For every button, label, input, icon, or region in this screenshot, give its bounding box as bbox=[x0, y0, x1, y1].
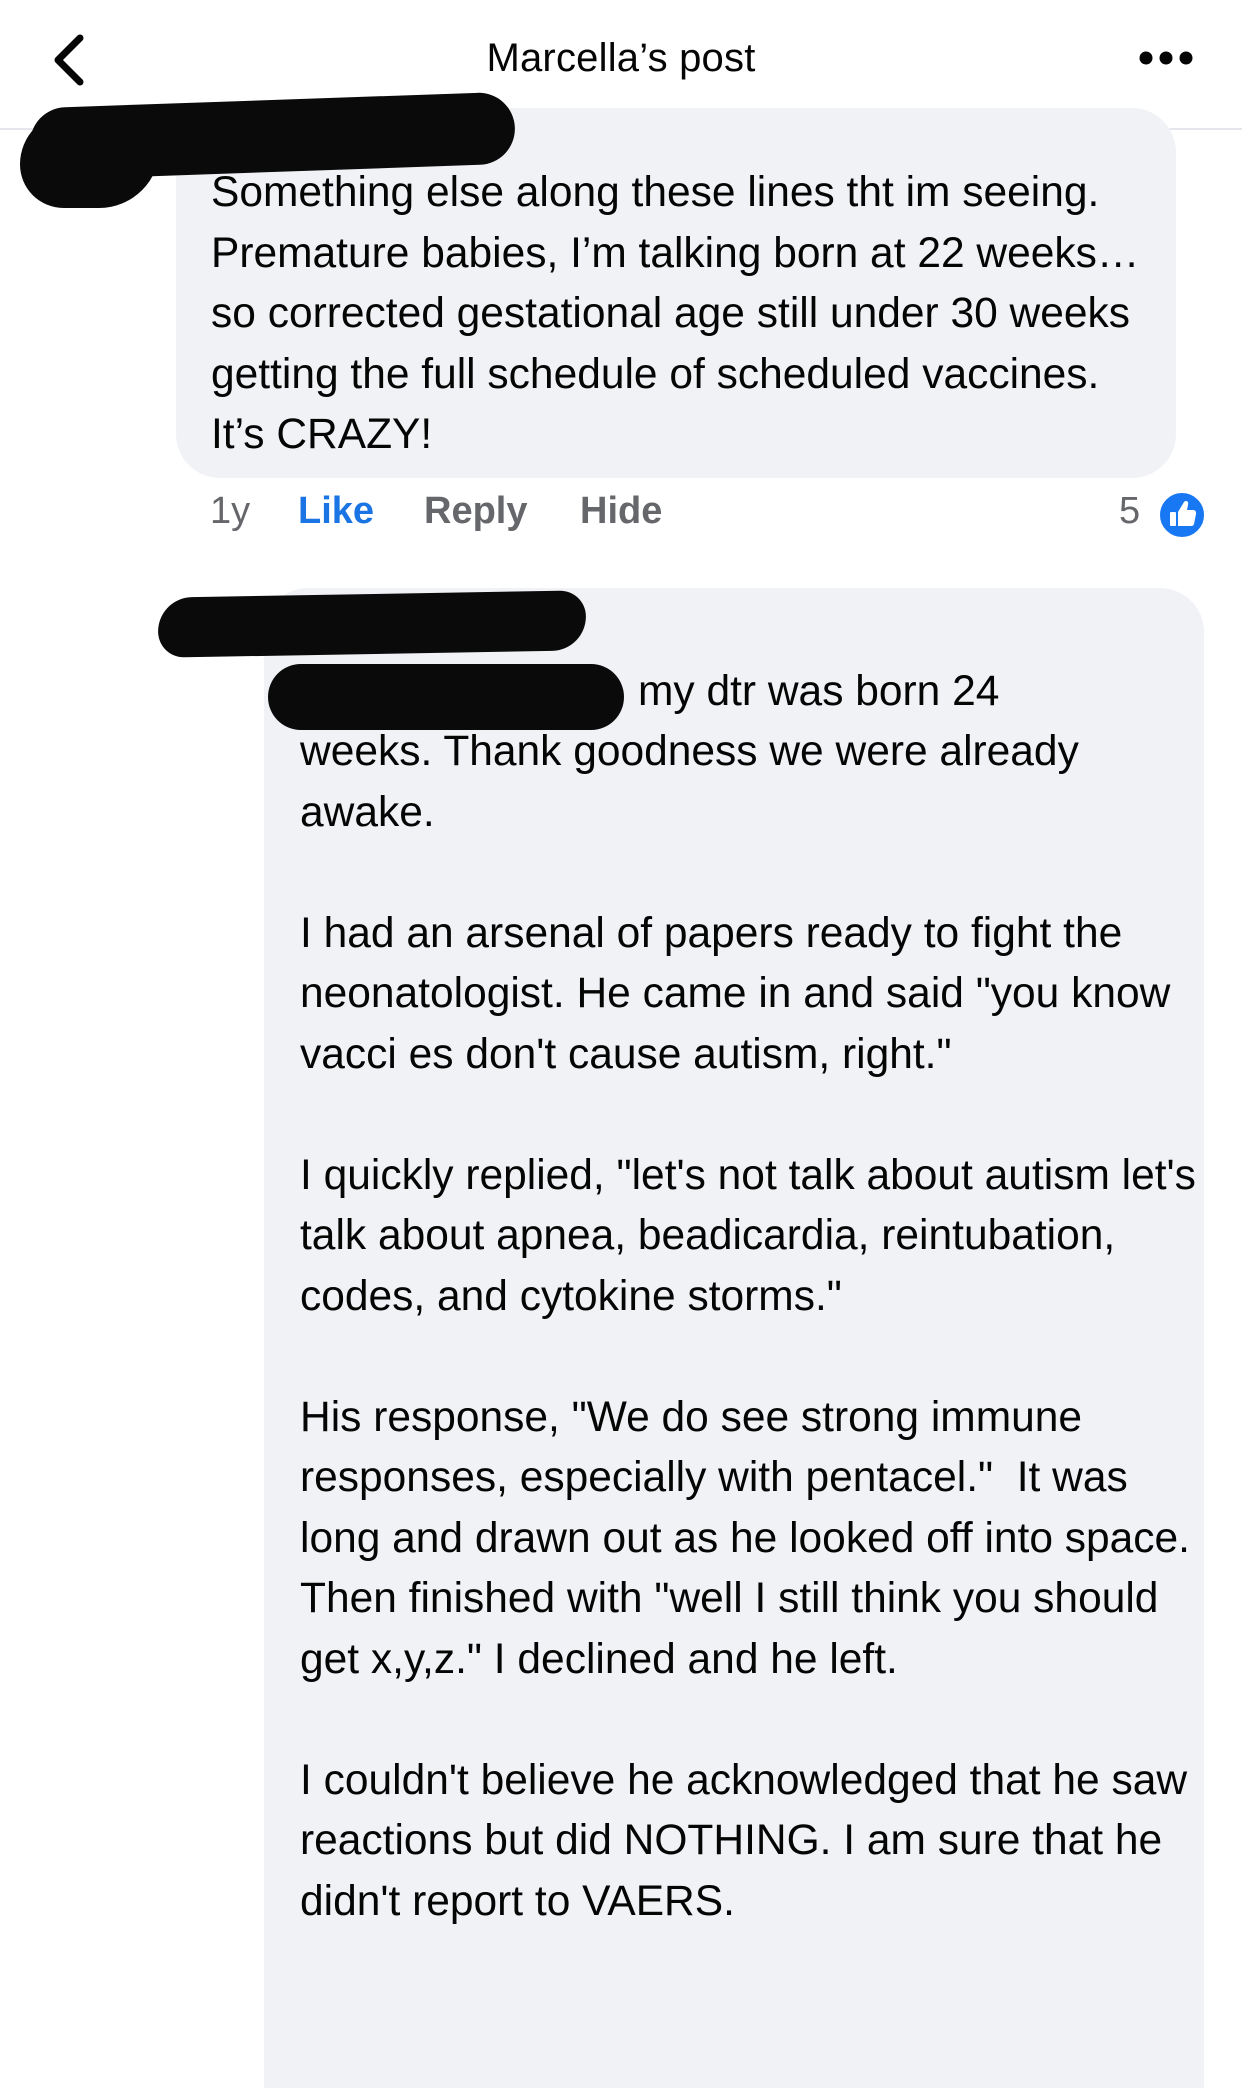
comment-text: weeks. Thank goodness we were already aw… bbox=[300, 728, 1196, 1925]
comment-timestamp: 1y bbox=[210, 490, 251, 532]
thumbs-up-icon bbox=[1158, 491, 1206, 539]
hide-button[interactable]: Hide bbox=[580, 490, 662, 533]
redacted-commenter-name bbox=[157, 590, 587, 658]
comment-text: Something else along these lines tht im … bbox=[211, 169, 1142, 458]
more-horizontal-icon bbox=[1139, 51, 1193, 65]
like-button[interactable]: Like bbox=[298, 490, 374, 533]
reply-button[interactable]: Reply bbox=[424, 490, 527, 533]
page-title: Marcella’s post bbox=[486, 36, 756, 80]
comment-text: my dtr was born 24 bbox=[638, 668, 1000, 715]
reaction-count[interactable]: 5 bbox=[1119, 490, 1140, 533]
redacted-commenter-name bbox=[268, 664, 624, 730]
more-options-button[interactable] bbox=[1136, 38, 1196, 78]
